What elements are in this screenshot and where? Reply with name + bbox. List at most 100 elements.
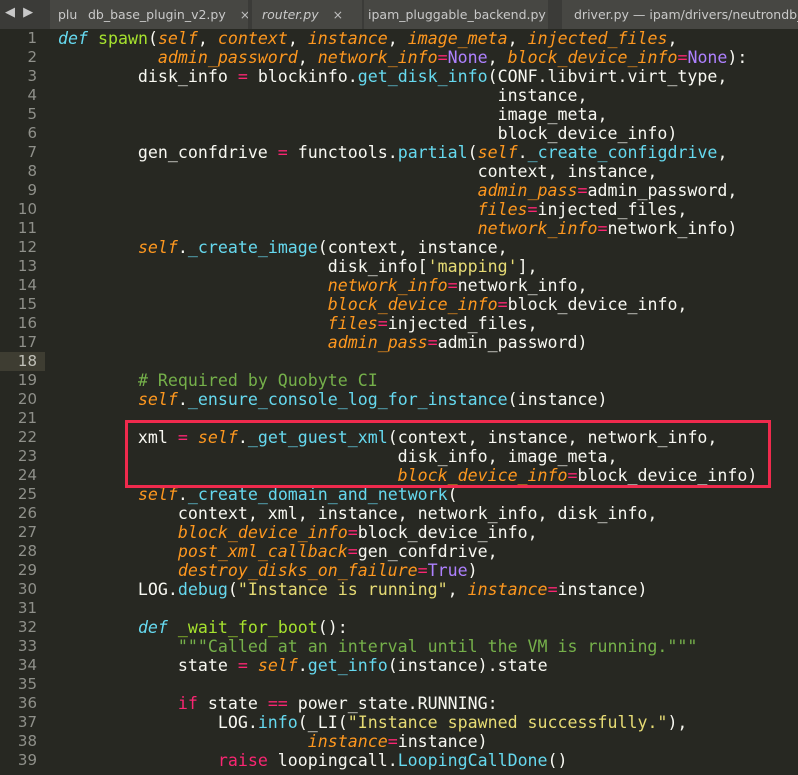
- code-line[interactable]: 37 LOG.info(_LI("Instance spawned succes…: [0, 713, 798, 732]
- line-number-text: 7: [27, 143, 37, 161]
- code-line[interactable]: 31: [0, 599, 798, 618]
- code-token: block_device_info,: [357, 523, 538, 542]
- line-number: 16: [0, 314, 45, 333]
- line-number-text: 35: [17, 675, 37, 693]
- code-token: ,: [297, 48, 318, 67]
- tab-db-base-plugin[interactable]: db_base_plugin_v2.py ×: [78, 0, 248, 29]
- tab-driver[interactable]: driver.py — ipam/drivers/neutrondb_ipam: [562, 0, 798, 29]
- code-line[interactable]: 19 # Required by Quobyte CI: [0, 371, 798, 390]
- line-number-text: 25: [17, 485, 37, 503]
- line-number: 13: [0, 257, 45, 276]
- code-line[interactable]: 6 block_device_info): [0, 124, 798, 143]
- line-number-text: 4: [27, 86, 37, 104]
- code-line[interactable]: 32 def _wait_for_boot():: [0, 618, 798, 637]
- code-line[interactable]: 16 files=injected_files,: [0, 314, 798, 333]
- code-line[interactable]: 3 disk_info = blockinfo.get_disk_info(CO…: [0, 67, 798, 86]
- code-line[interactable]: 36 if state == power_state.RUNNING:: [0, 694, 798, 713]
- code-line[interactable]: 18: [0, 352, 798, 371]
- code-text: instance,: [58, 86, 588, 105]
- close-icon[interactable]: ×: [333, 7, 343, 22]
- code-token: .: [517, 143, 528, 162]
- tab-nav-arrows[interactable]: ◀ ▶: [5, 5, 35, 20]
- code-line[interactable]: 20 self._ensure_console_log_for_instance…: [0, 390, 798, 409]
- code-line[interactable]: 17 admin_pass=admin_password): [0, 333, 798, 352]
- code-token: ,: [387, 29, 408, 48]
- code-token: ,: [287, 29, 308, 48]
- code-line[interactable]: 39 raise loopingcall.LoopingCallDone(): [0, 751, 798, 770]
- code-line[interactable]: 8 context, instance,: [0, 162, 798, 181]
- code-token: injected_files,: [387, 314, 538, 333]
- line-number: 36: [0, 694, 45, 713]
- code-token: power_state.RUNNING:: [287, 694, 498, 713]
- code-text: disk_info = blockinfo.get_disk_info(CONF…: [58, 67, 727, 86]
- code-token: disk_info[: [58, 257, 428, 276]
- code-line[interactable]: 35: [0, 675, 798, 694]
- line-number: 15: [0, 295, 45, 314]
- line-number-text: 27: [17, 523, 37, 541]
- code-line[interactable]: 13 disk_info['mapping'],: [0, 257, 798, 276]
- code-token: instance): [557, 580, 648, 599]
- tab-router[interactable]: router.py ×: [252, 0, 362, 29]
- code-line[interactable]: 2 admin_password, network_info=None, blo…: [0, 48, 798, 67]
- code-editor[interactable]: 1 def spawn(self, context, instance, imag…: [0, 29, 798, 775]
- line-number: 1: [0, 29, 45, 48]
- code-line[interactable]: 12 self._create_image(context, instance,: [0, 238, 798, 257]
- code-line[interactable]: 27 block_device_info=block_device_info,: [0, 523, 798, 542]
- code-text: def _wait_for_boot():: [58, 618, 348, 637]
- code-text: image_meta,: [58, 105, 608, 124]
- code-text: context, xml, instance, network_info, di…: [58, 504, 658, 523]
- code-token: info: [257, 713, 298, 732]
- code-token: ):: [727, 48, 748, 67]
- code-line[interactable]: 11 network_info=network_info): [0, 219, 798, 238]
- code-line[interactable]: 30 LOG.debug("Instance is running", inst…: [0, 580, 798, 599]
- code-token: =: [447, 276, 458, 295]
- code-line[interactable]: 26 context, xml, instance, network_info,…: [0, 504, 798, 523]
- code-line[interactable]: 15 block_device_info=block_device_info,: [0, 295, 798, 314]
- code-token: block_device_info: [327, 295, 498, 314]
- code-token: files: [477, 200, 528, 219]
- code-line[interactable]: 5 image_meta,: [0, 105, 798, 124]
- code-line[interactable]: 10 files=injected_files,: [0, 200, 798, 219]
- code-line[interactable]: 9 admin_pass=admin_password,: [0, 181, 798, 200]
- line-number-text: 12: [17, 238, 37, 256]
- line-number: 28: [0, 542, 45, 561]
- line-number-text: 10: [17, 200, 37, 218]
- code-token: =: [597, 219, 608, 238]
- code-line[interactable]: 33 """Called at an interval until the VM…: [0, 637, 798, 656]
- code-text: admin_password, network_info=None, block…: [58, 48, 748, 67]
- line-number: 10: [0, 200, 45, 219]
- code-token: if: [177, 694, 198, 713]
- line-number-text: 17: [17, 333, 37, 351]
- close-icon[interactable]: ×: [240, 7, 248, 22]
- code-text: self._create_image(context, instance,: [58, 238, 508, 257]
- code-line[interactable]: 34 state = self.get_info(instance).state: [0, 656, 798, 675]
- code-token: admin_password,: [587, 181, 738, 200]
- line-number: 23: [0, 447, 45, 466]
- code-line[interactable]: 1 def spawn(self, context, instance, imag…: [0, 29, 798, 48]
- code-token: block_device_info: [507, 48, 678, 67]
- line-number: 34: [0, 656, 45, 675]
- code-token: admin_password): [437, 333, 588, 352]
- line-number-text: 23: [17, 447, 37, 465]
- code-line[interactable]: 29 destroy_disks_on_failure=True): [0, 561, 798, 580]
- code-line[interactable]: 4 instance,: [0, 86, 798, 105]
- code-token: spawn: [97, 29, 148, 48]
- code-text: disk_info['mapping'],: [58, 257, 538, 276]
- code-token: gen_confdrive: [58, 143, 278, 162]
- code-token: 'mapping': [427, 257, 518, 276]
- line-number-text: 30: [17, 580, 37, 598]
- code-line[interactable]: 7 gen_confdrive = functools.partial(self…: [0, 143, 798, 162]
- line-number: 2: [0, 48, 45, 67]
- line-number-text: 16: [17, 314, 37, 332]
- line-number: 33: [0, 637, 45, 656]
- code-line[interactable]: 38 instance=instance): [0, 732, 798, 751]
- code-line[interactable]: 28 post_xml_callback=gen_confdrive,: [0, 542, 798, 561]
- code-token: network_info: [317, 48, 438, 67]
- tab-ipam-pluggable-backend[interactable]: ipam_pluggable_backend.py●: [364, 0, 548, 29]
- code-token: ): [467, 561, 478, 580]
- code-line[interactable]: 14 network_info=network_info,: [0, 276, 798, 295]
